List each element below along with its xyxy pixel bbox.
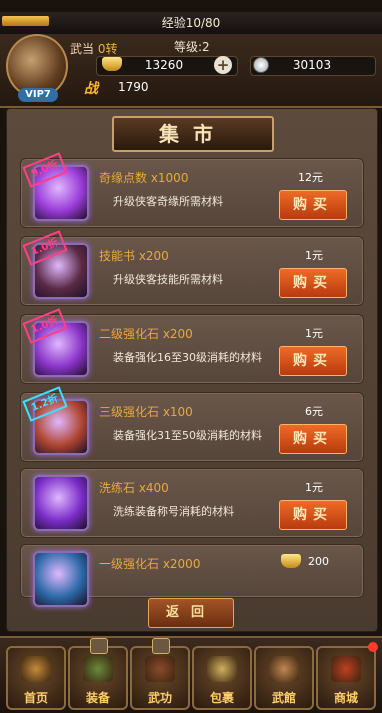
nav-label: 武功 — [147, 691, 172, 705]
shop-item: 一级强化石 x2000 200 — [20, 544, 364, 607]
player-sect: 武当 0转 — [70, 40, 117, 57]
purple-orb-icon[interactable] — [33, 475, 89, 531]
shop-item: 1.0折 技能书 x200 升级侠客技能所需材料 1元 购买 — [20, 230, 364, 306]
item-name: 三级强化石 x100 — [99, 405, 193, 419]
item-name: 技能书 x200 — [99, 249, 169, 263]
sect-name: 武当 — [70, 42, 95, 56]
gold-amount: 13260 — [144, 58, 184, 72]
nav-label: 包裹 — [209, 691, 234, 705]
item-description: 洗练装备称号消耗的材料 — [113, 505, 234, 518]
item-name: 二级强化石 x200 — [99, 327, 193, 341]
nav-button[interactable]: 武功 — [130, 638, 190, 710]
shop-title: 集市 — [112, 116, 274, 152]
item-name: 一级强化石 x2000 — [99, 557, 201, 571]
shop-item: 洗练石 x400 洗练装备称号消耗的材料 1元购买 — [20, 468, 364, 538]
shop-item: 1.0折 二级强化石 x200 装备强化16至30级消耗的材料 1元 购买 — [20, 308, 364, 384]
nav-label: 武館 — [271, 691, 296, 705]
buy-button[interactable]: 购买 — [279, 190, 347, 220]
vip-badge[interactable]: VIP7 — [18, 88, 58, 102]
item-price: 12元 — [298, 171, 323, 184]
nav-label: 商城 — [333, 691, 358, 705]
nav-button[interactable]: 装备 — [68, 638, 128, 710]
item-description: 装备强化16至30级消耗的材料 — [113, 351, 262, 364]
item-price: 6元 — [305, 405, 323, 418]
silver-amount: 30103 — [292, 58, 332, 72]
lock-icon — [152, 638, 170, 654]
nav-label: 装备 — [85, 691, 110, 705]
shop-item: 1.2折 三级强化石 x100 装备强化31至50级消耗的材料 6元 购买 — [20, 386, 364, 462]
battle-power-value: 1790 — [118, 80, 149, 94]
add-gold-button[interactable]: + — [214, 56, 232, 74]
item-price: 1元 — [305, 249, 323, 262]
shop-item: 9.0折 奇缘点数 x1000 升级侠客奇缘所需材料 12元 购买 — [20, 152, 364, 228]
exp-label: 经验10/80 — [161, 16, 221, 30]
notification-dot — [368, 642, 378, 652]
item-price: 1元 — [305, 481, 323, 494]
buy-button[interactable]: 购买 — [279, 500, 347, 530]
scroll-icon — [21, 656, 51, 682]
weapon-icon — [145, 656, 175, 682]
turn-count: 0转 — [97, 42, 118, 56]
return-button[interactable]: 返回 — [148, 598, 234, 628]
item-description: 升级侠客奇缘所需材料 — [113, 195, 223, 208]
nav-button[interactable]: 武館 — [254, 646, 314, 710]
item-description: 升级侠客技能所需材料 — [113, 273, 223, 286]
item-description: 装备强化31至50级消耗的材料 — [113, 429, 262, 442]
buy-button[interactable]: 购买 — [279, 268, 347, 298]
silver-coin-icon — [253, 57, 269, 73]
hall-icon — [269, 656, 299, 682]
battle-power-label: 战 — [84, 81, 98, 97]
item-name: 洗练石 x400 — [99, 481, 169, 495]
armor-icon — [83, 656, 113, 682]
player-level: 等级:2 — [174, 40, 210, 54]
item-price: 1元 — [305, 327, 323, 340]
nav-button[interactable]: 商城 — [316, 642, 378, 710]
item-name: 奇缘点数 x1000 — [99, 171, 189, 185]
bag-icon — [207, 656, 237, 682]
lock-icon — [90, 638, 108, 654]
buy-button[interactable]: 购买 — [279, 346, 347, 376]
shop-icon — [331, 656, 361, 682]
blue-crystal-icon[interactable] — [33, 551, 89, 607]
nav-button[interactable]: 包裹 — [192, 646, 252, 710]
nav-label: 首页 — [23, 691, 48, 705]
nav-button[interactable]: 首页 — [6, 646, 66, 710]
gold-ingot-icon — [281, 554, 301, 568]
buy-button[interactable]: 购买 — [279, 424, 347, 454]
gold-ingot-icon — [102, 57, 122, 71]
